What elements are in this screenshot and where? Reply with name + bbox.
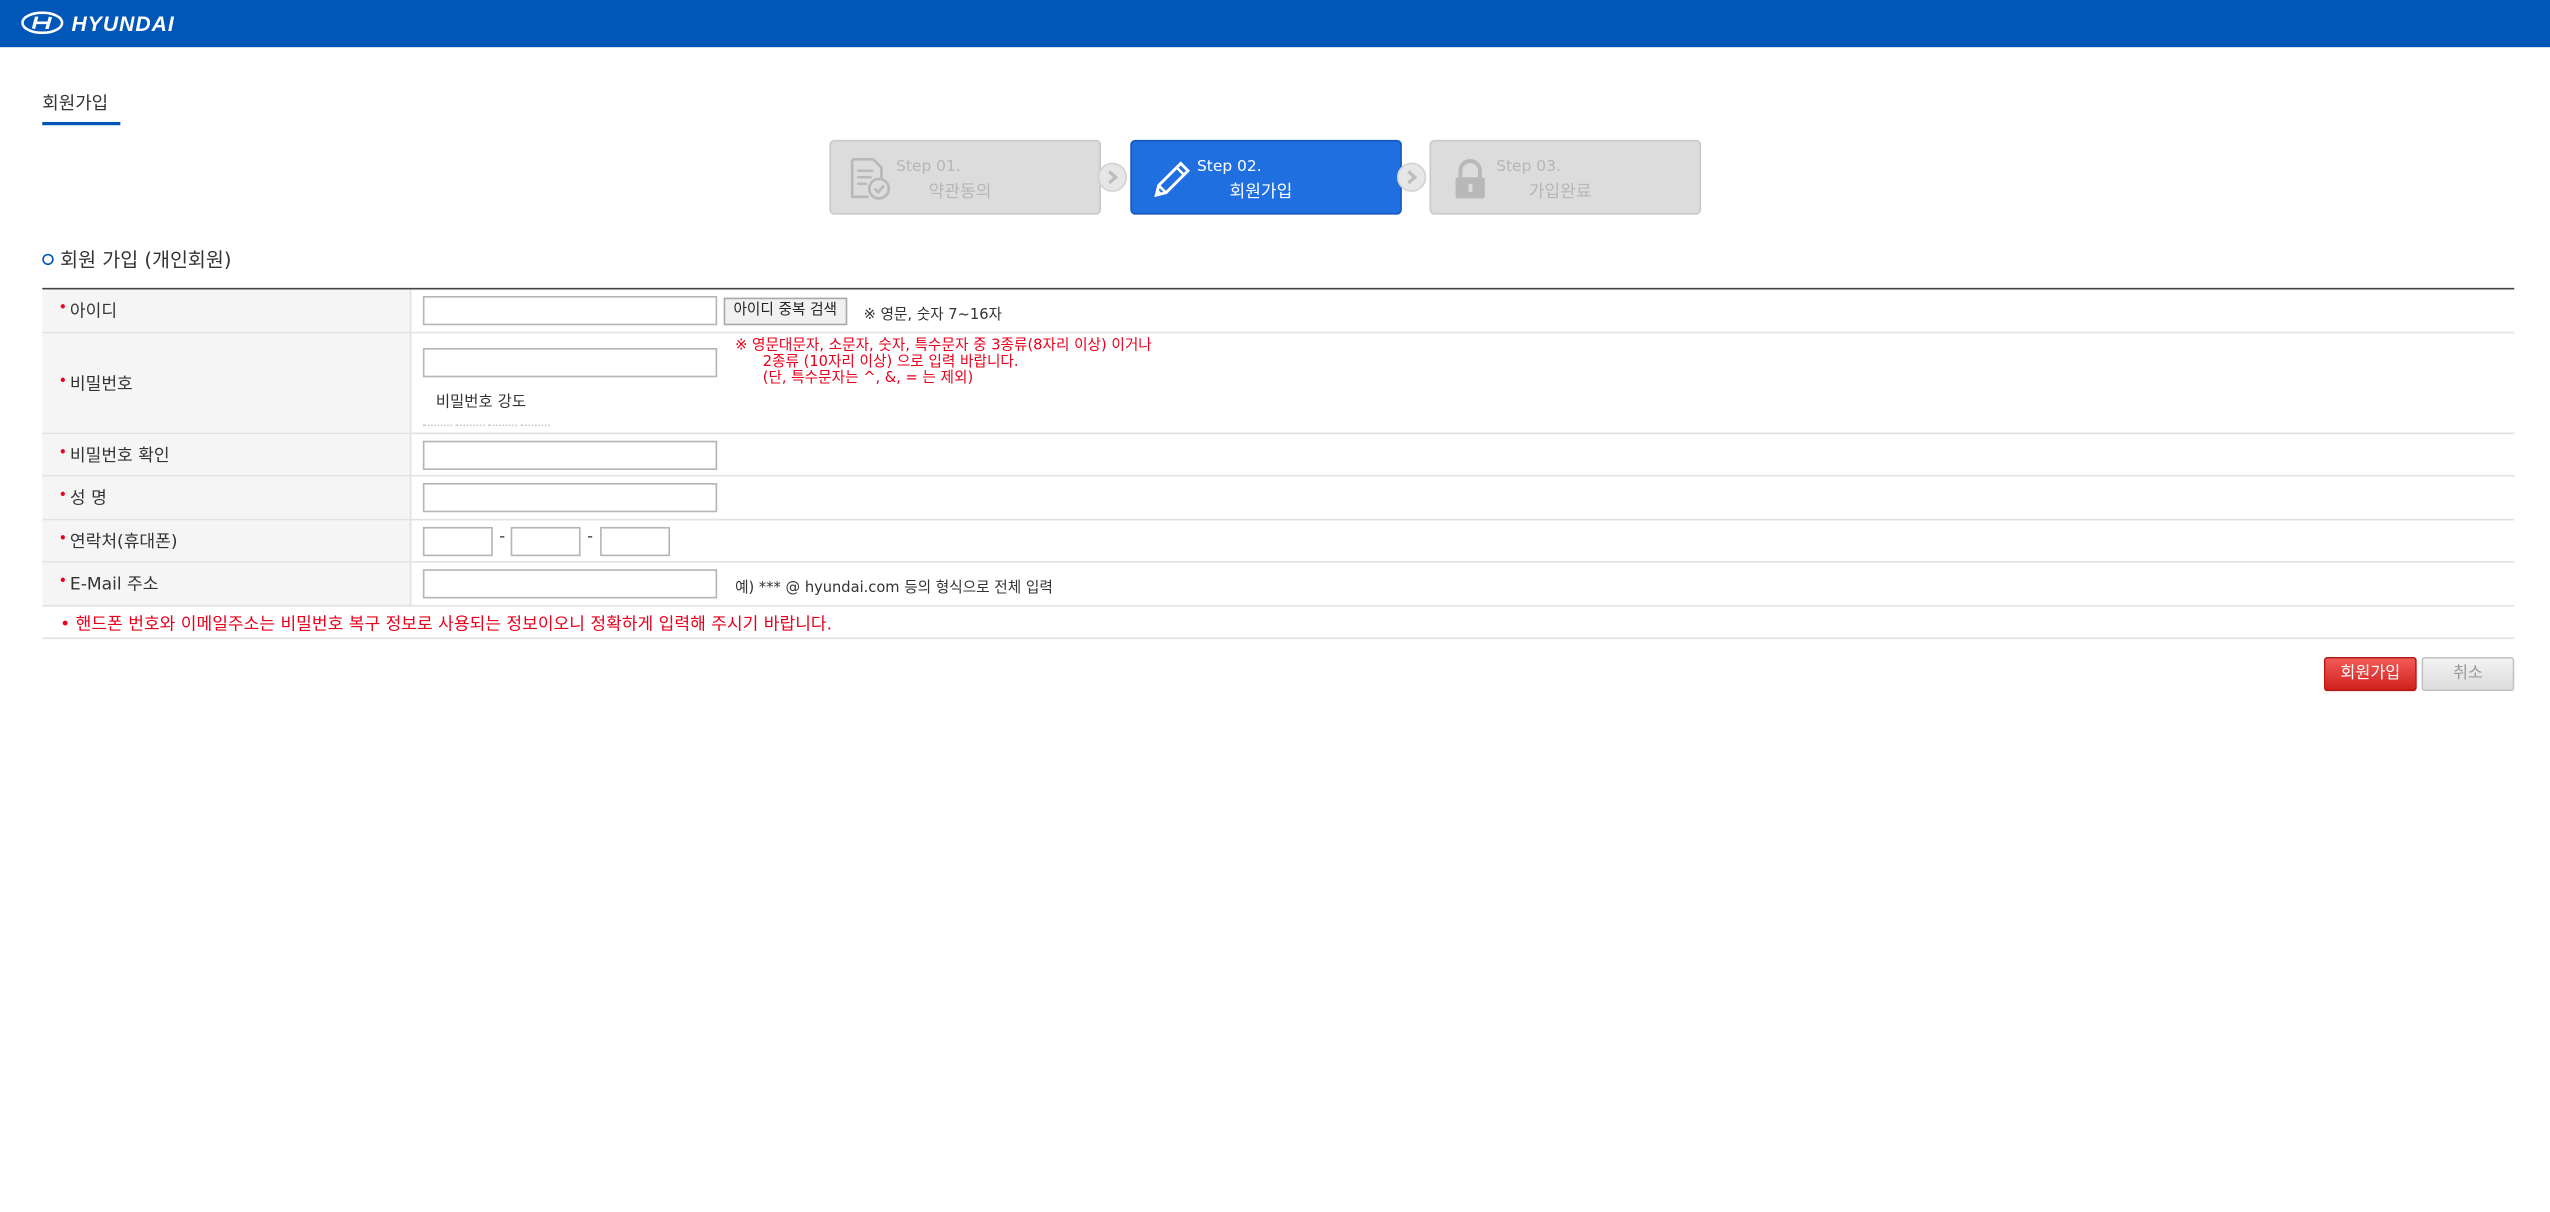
document-check-icon [850,158,891,200]
label-cell: • 연락처(휴대폰) [42,520,412,562]
phone-separator: - [499,528,506,547]
id-duplicate-check-button[interactable]: 아이디 중복 검색 [723,297,847,326]
phone-separator: - [587,528,593,547]
circle-bullet-icon [42,253,54,266]
phone-input-3[interactable] [600,526,671,557]
contact-notice: • 핸드폰 번호와 이메일주소는 비밀번호 복구 정보로 사용되는 정보이오니 … [60,614,833,635]
password-hint-line-3: (단, 특수문자는 ^, &, = 는 제외) [762,370,974,388]
hyundai-logo[interactable]: HYUNDAI [21,10,175,36]
row-phone: • 연락처(휴대폰) - - [42,520,2515,563]
email-hint: 예) *** @ hyundai.com 등의 형식으로 전체 입력 [735,580,1053,597]
password-hint-line-1: ※ 영문대문자, 소문자, 숫자, 특수문자 중 3종류(8자리 이상) 이거나 [735,338,1152,355]
row-notice: • 핸드폰 번호와 이메일주소는 비밀번호 복구 정보로 사용되는 정보이오니 … [42,607,2515,640]
phone-input-2[interactable] [510,526,581,557]
step-3-number: Step 03. [1496,157,1561,176]
label-cell: • E-Mail 주소 [42,562,412,605]
label-cell: • 비밀번호 확인 [42,434,412,475]
password-confirm-label: 비밀번호 확인 [69,445,170,466]
strength-segment [520,424,550,427]
name-label: 성 명 [69,488,107,509]
email-label: E-Mail 주소 [69,574,159,595]
row-name: • 성 명 [42,476,2515,521]
signup-form: • 아이디 아이디 중복 검색 ※ 영문, 숫자 7~16자 • 비밀번호 ※ … [42,287,2515,640]
step-2-number: Step 02. [1196,157,1262,176]
section-title-text: 회원 가입 (개인회원) [60,248,232,272]
row-email: • E-Mail 주소 예) *** @ hyundai.com 등의 형식으로… [42,562,2515,607]
label-cell: • 성 명 [42,476,412,519]
row-password-confirm: • 비밀번호 확인 [42,434,2515,477]
top-bar: HYUNDAI [0,0,2550,48]
password-strength-label: 비밀번호 강도 [435,393,527,412]
page-title: 회원가입 [42,89,121,126]
pencil-icon [1154,161,1191,198]
step-2-label: 회원가입 [1229,182,1293,202]
id-input[interactable] [422,295,718,326]
label-cell: • 아이디 [42,289,412,332]
signup-submit-button[interactable]: 회원가입 [2323,657,2417,692]
phone-label: 연락처(휴대폰) [69,531,178,552]
lock-icon [1455,159,1485,199]
step-signup: Step 02. 회원가입 [1130,139,1402,215]
password-hint-line-2: 2종류 (10자리 이상) 으로 입력 바랍니다. [762,354,1019,371]
id-label: 아이디 [69,301,118,322]
name-input[interactable] [422,483,718,513]
required-mark: • [58,487,68,505]
password-strength-meter [422,424,550,427]
required-mark: • [58,444,68,462]
cancel-button[interactable]: 취소 [2421,657,2515,692]
password-label: 비밀번호 [69,374,133,394]
required-mark: • [58,373,68,390]
row-password: • 비밀번호 ※ 영문대문자, 소문자, 숫자, 특수문자 중 3종류(8자리 … [42,333,2515,435]
row-id: • 아이디 아이디 중복 검색 ※ 영문, 숫자 7~16자 [42,289,2515,334]
required-mark: • [58,574,68,591]
hyundai-logo-icon [21,11,64,35]
strength-segment [487,424,518,427]
step-arrow-icon [1396,162,1427,192]
password-input[interactable] [422,348,718,378]
required-mark: • [58,530,68,548]
password-confirm-input[interactable] [422,440,718,471]
step-complete: Step 03. 가입완료 [1429,139,1702,215]
brand-name: HYUNDAI [71,10,175,35]
step-terms: Step 01. 약관동의 [829,139,1102,215]
required-mark: • [58,300,68,318]
email-input[interactable] [422,569,718,599]
step-1-label: 약관동의 [928,182,992,202]
step-3-label: 가입완료 [1528,182,1592,202]
strength-segment [422,424,453,427]
id-hint: ※ 영문, 숫자 7~16자 [863,307,1002,324]
section-title: 회원 가입 (개인회원) [42,246,231,274]
label-cell: • 비밀번호 [42,333,412,433]
step-1-number: Step 01. [896,157,961,176]
page: HYUNDAI 회원가입 Step 01. 약관동의 Step 02. 회원가입… [0,0,2550,1212]
step-arrow-icon [1097,162,1128,192]
strength-segment [455,424,485,427]
phone-input-1[interactable] [422,526,493,557]
signup-steps: Step 01. 약관동의 Step 02. 회원가입 Step 03. 가입완… [829,139,1702,215]
